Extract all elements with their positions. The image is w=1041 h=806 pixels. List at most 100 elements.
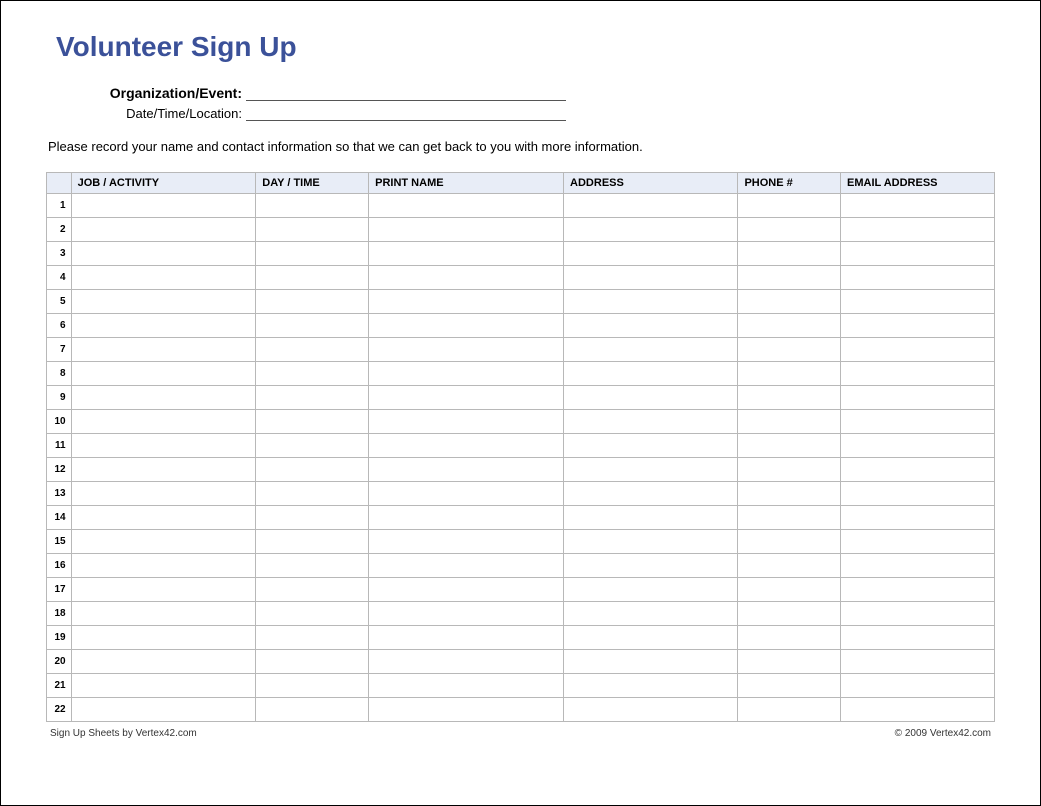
table-cell[interactable]: [738, 554, 841, 578]
table-cell[interactable]: [71, 554, 256, 578]
table-cell[interactable]: [369, 242, 564, 266]
table-cell[interactable]: [841, 674, 995, 698]
table-cell[interactable]: [738, 362, 841, 386]
table-cell[interactable]: [256, 266, 369, 290]
table-cell[interactable]: [738, 290, 841, 314]
table-cell[interactable]: [841, 290, 995, 314]
table-cell[interactable]: [564, 506, 738, 530]
table-cell[interactable]: [256, 578, 369, 602]
table-cell[interactable]: [71, 314, 256, 338]
table-cell[interactable]: [564, 434, 738, 458]
table-cell[interactable]: [71, 698, 256, 722]
table-cell[interactable]: [841, 554, 995, 578]
table-cell[interactable]: [738, 578, 841, 602]
table-cell[interactable]: [564, 626, 738, 650]
table-cell[interactable]: [71, 338, 256, 362]
table-cell[interactable]: [738, 242, 841, 266]
table-cell[interactable]: [738, 650, 841, 674]
table-cell[interactable]: [369, 218, 564, 242]
table-cell[interactable]: [256, 530, 369, 554]
table-cell[interactable]: [841, 506, 995, 530]
table-cell[interactable]: [564, 554, 738, 578]
table-cell[interactable]: [256, 554, 369, 578]
table-cell[interactable]: [841, 386, 995, 410]
table-cell[interactable]: [564, 386, 738, 410]
table-cell[interactable]: [256, 218, 369, 242]
table-cell[interactable]: [841, 266, 995, 290]
table-cell[interactable]: [738, 386, 841, 410]
table-cell[interactable]: [369, 266, 564, 290]
table-cell[interactable]: [841, 362, 995, 386]
table-cell[interactable]: [564, 242, 738, 266]
table-cell[interactable]: [564, 290, 738, 314]
table-cell[interactable]: [738, 674, 841, 698]
table-cell[interactable]: [256, 242, 369, 266]
table-cell[interactable]: [369, 482, 564, 506]
table-cell[interactable]: [738, 482, 841, 506]
table-cell[interactable]: [369, 410, 564, 434]
table-cell[interactable]: [564, 650, 738, 674]
table-cell[interactable]: [841, 698, 995, 722]
table-cell[interactable]: [564, 482, 738, 506]
table-cell[interactable]: [738, 338, 841, 362]
table-cell[interactable]: [256, 290, 369, 314]
table-cell[interactable]: [841, 314, 995, 338]
table-cell[interactable]: [564, 698, 738, 722]
table-cell[interactable]: [738, 194, 841, 218]
table-cell[interactable]: [71, 458, 256, 482]
table-cell[interactable]: [841, 338, 995, 362]
table-cell[interactable]: [738, 506, 841, 530]
table-cell[interactable]: [369, 506, 564, 530]
table-cell[interactable]: [564, 410, 738, 434]
table-cell[interactable]: [71, 434, 256, 458]
table-cell[interactable]: [738, 218, 841, 242]
table-cell[interactable]: [369, 434, 564, 458]
table-cell[interactable]: [256, 506, 369, 530]
table-cell[interactable]: [369, 650, 564, 674]
table-cell[interactable]: [71, 530, 256, 554]
table-cell[interactable]: [256, 602, 369, 626]
table-cell[interactable]: [369, 674, 564, 698]
table-cell[interactable]: [369, 458, 564, 482]
table-cell[interactable]: [256, 458, 369, 482]
table-cell[interactable]: [71, 578, 256, 602]
table-cell[interactable]: [738, 314, 841, 338]
table-cell[interactable]: [71, 482, 256, 506]
table-cell[interactable]: [738, 530, 841, 554]
table-cell[interactable]: [564, 362, 738, 386]
table-cell[interactable]: [71, 506, 256, 530]
table-cell[interactable]: [841, 194, 995, 218]
table-cell[interactable]: [564, 338, 738, 362]
table-cell[interactable]: [369, 626, 564, 650]
table-cell[interactable]: [564, 602, 738, 626]
table-cell[interactable]: [256, 314, 369, 338]
table-cell[interactable]: [841, 410, 995, 434]
table-cell[interactable]: [564, 530, 738, 554]
table-cell[interactable]: [369, 194, 564, 218]
table-cell[interactable]: [841, 458, 995, 482]
table-cell[interactable]: [564, 458, 738, 482]
table-cell[interactable]: [256, 482, 369, 506]
table-cell[interactable]: [738, 410, 841, 434]
table-cell[interactable]: [369, 578, 564, 602]
table-cell[interactable]: [71, 674, 256, 698]
table-cell[interactable]: [841, 578, 995, 602]
table-cell[interactable]: [256, 650, 369, 674]
table-cell[interactable]: [256, 410, 369, 434]
table-cell[interactable]: [71, 410, 256, 434]
table-cell[interactable]: [369, 338, 564, 362]
table-cell[interactable]: [71, 386, 256, 410]
table-cell[interactable]: [71, 242, 256, 266]
table-cell[interactable]: [841, 218, 995, 242]
table-cell[interactable]: [841, 602, 995, 626]
table-cell[interactable]: [564, 194, 738, 218]
table-cell[interactable]: [738, 458, 841, 482]
org-event-input-line[interactable]: [246, 85, 566, 101]
table-cell[interactable]: [841, 434, 995, 458]
table-cell[interactable]: [71, 362, 256, 386]
table-cell[interactable]: [256, 194, 369, 218]
table-cell[interactable]: [71, 266, 256, 290]
table-cell[interactable]: [841, 530, 995, 554]
table-cell[interactable]: [71, 218, 256, 242]
table-cell[interactable]: [841, 482, 995, 506]
